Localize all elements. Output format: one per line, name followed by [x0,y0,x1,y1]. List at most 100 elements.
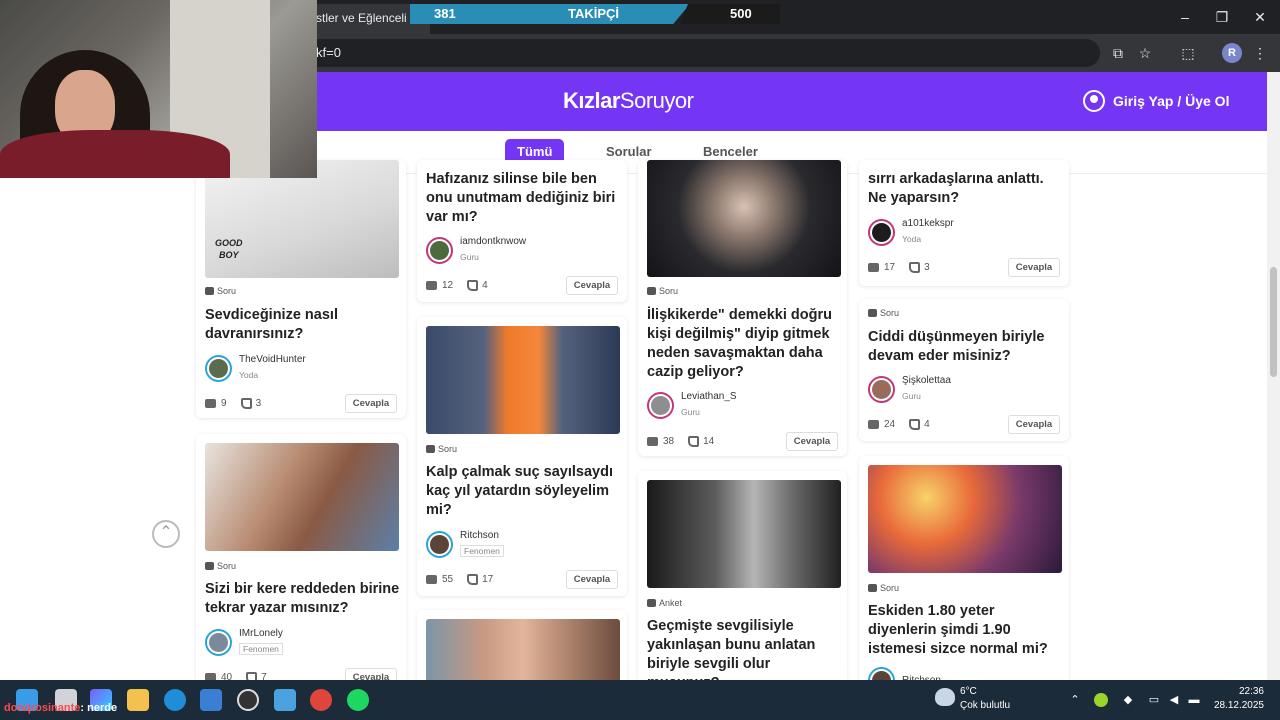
author[interactable]: Leviathan_S Guru [647,391,737,420]
question-title[interactable]: İlişkikerde" demekki doğru kişi değilmiş… [647,306,843,382]
file-explorer-icon[interactable] [127,689,149,711]
browser-menu-icon[interactable]: ⋮ [1250,43,1270,63]
author-name: a101kekspr [902,218,954,229]
card-stats: 17 3 [868,262,930,273]
extensions-icon[interactable]: ⬚ [1178,43,1198,63]
avatar [647,392,674,419]
reply-button[interactable]: Cevapla [1008,258,1060,277]
login-link[interactable]: Giriş Yap / Üye Ol [1083,90,1229,112]
chrome-icon[interactable] [310,689,332,711]
tray-expand-icon[interactable]: ⌃ [1068,693,1082,707]
battery-icon[interactable]: ▬ [1187,693,1201,707]
comment-icon [647,437,658,446]
like-icon [909,419,921,430]
card-type-label: Soru [647,286,678,296]
poll-icon [647,599,656,607]
chevron-up-icon[interactable]: ⌃ [152,520,180,548]
question-card[interactable]: Hafızanız silinse bile ben onu unutmam d… [417,160,627,302]
bookmark-star-icon[interactable]: ☆ [1135,43,1155,63]
card-image [205,443,399,551]
reply-button[interactable]: Cevapla [566,276,618,295]
author-rank: Guru [460,252,479,262]
question-card[interactable]: sırrı arkadaşlarına anlattı. Ne yaparsın… [859,160,1069,286]
author[interactable]: Ritchson Fenomen [426,530,504,559]
question-card[interactable]: Soru Sizi bir kere reddeden birine tekra… [196,434,406,694]
edge-icon[interactable] [164,689,186,711]
page-scrollbar[interactable] [1267,72,1280,680]
question-card[interactable]: Soru Kalp çalmak suç sayılsaydı kaç yıl … [417,317,627,596]
reply-button[interactable]: Cevapla [566,570,618,589]
follower-count: 381 [434,6,456,21]
webcam-shirt [0,130,230,178]
network-icon[interactable]: ▭ [1147,693,1161,707]
tray-app-icon[interactable] [1094,693,1108,707]
restore-button[interactable]: ❐ [1207,6,1237,28]
volume-icon[interactable]: ◀ [1167,693,1181,707]
question-title[interactable]: Sizi bir kere reddeden birine tekrar yaz… [205,580,401,618]
card-image [647,480,841,588]
card-type-label: Soru [868,308,899,318]
author-name: Leviathan_S [681,391,737,402]
avatar [426,237,453,264]
question-card[interactable]: Soru Eskiden 1.80 yeter diyenlerin şimdi… [859,456,1069,692]
microphone-icon[interactable]: ◆ [1121,693,1135,707]
image-caption-1: GOOD [215,238,243,248]
question-title[interactable]: Sevdiceğinize nasıl davranırsınız? [205,306,401,344]
like-icon [909,262,921,273]
question-icon [868,584,877,592]
author[interactable]: TheVoidHunter Yoda [205,354,306,383]
url-field[interactable]: kf=0 [300,39,1100,67]
question-title[interactable]: Ciddi düşünmeyen biriyle devam eder misi… [868,328,1064,366]
chat-text: : nerde [80,702,118,714]
install-app-icon[interactable]: ⧉ [1108,43,1128,63]
author-name: Ritchson [460,530,499,541]
question-card[interactable]: Soru Ciddi düşünmeyen biriyle devam eder… [859,299,1069,441]
reply-button[interactable]: Cevapla [1008,415,1060,434]
comment-icon [868,420,879,429]
reply-button[interactable]: Cevapla [786,432,838,451]
question-title[interactable]: Kalp çalmak suç sayılsaydı kaç yıl yatar… [426,463,622,520]
question-card[interactable]: GOOD BOY Soru Sevdiceğinize nasıl davran… [196,160,406,418]
question-card[interactable]: Soru İlişkikerde" demekki doğru kişi değ… [638,160,847,456]
author[interactable]: a101kekspr Yoda [868,218,954,247]
weather-desc: Çok bulutlu [960,700,1011,711]
profile-avatar[interactable]: R [1222,43,1242,63]
author[interactable]: IMrLonely Fenomen [205,628,283,657]
close-window-button[interactable]: ✕ [1245,6,1275,28]
poll-card[interactable]: Anket Geçmişte sevgilisiyle yakınlaşan b… [638,471,847,691]
like-icon [467,280,479,291]
card-image [426,326,620,434]
scrollbar-thumb[interactable] [1270,267,1277,377]
weather-temp: 6°C [960,686,977,697]
site-logo[interactable]: KızlarSoruyor [563,88,694,114]
card-image [868,465,1062,573]
logo-accent: Soruyor [619,88,694,113]
question-title[interactable]: Eskiden 1.80 yeter diyenlerin şimdi 1.90… [868,602,1064,659]
logo-main: Kızlar [563,88,620,113]
reply-button[interactable]: Cevapla [345,394,397,413]
card-type-label: Soru [426,444,457,454]
author[interactable]: iamdontknwow Guru [426,236,526,265]
store-icon[interactable] [200,689,222,711]
app-icon[interactable] [274,689,296,711]
clock-date: 28.12.2025 [1213,700,1264,711]
author-name: TheVoidHunter [239,354,306,365]
obs-icon[interactable] [237,689,259,711]
card-stats: 24 4 [868,419,930,430]
card-type-label: Soru [868,583,899,593]
follower-label: TAKİPÇİ [568,6,620,21]
clock[interactable]: 22:36 28.12.2025 [1208,686,1264,711]
author-rank: Yoda [902,234,922,244]
question-card[interactable] [417,610,627,690]
author-rank: Yoda [239,370,259,380]
author-name: iamdontknwow [460,236,527,247]
question-title[interactable]: sırrı arkadaşlarına anlattı. Ne yaparsın… [868,170,1064,208]
author[interactable]: Şişkolettaa Guru [868,375,951,404]
card-image [647,160,841,277]
site-header: KızlarSoruyor Giriş Yap / Üye Ol [317,72,1267,131]
minimize-button[interactable]: – [1170,6,1200,28]
question-title[interactable]: Hafızanız silinse bile ben onu unutmam d… [426,170,622,227]
taskbar: donqrosinante: nerde 6°C Çok bulutlu ⌃ ◆… [0,680,1280,720]
author-name: IMrLonely [239,628,283,639]
spotify-icon[interactable] [347,689,369,711]
